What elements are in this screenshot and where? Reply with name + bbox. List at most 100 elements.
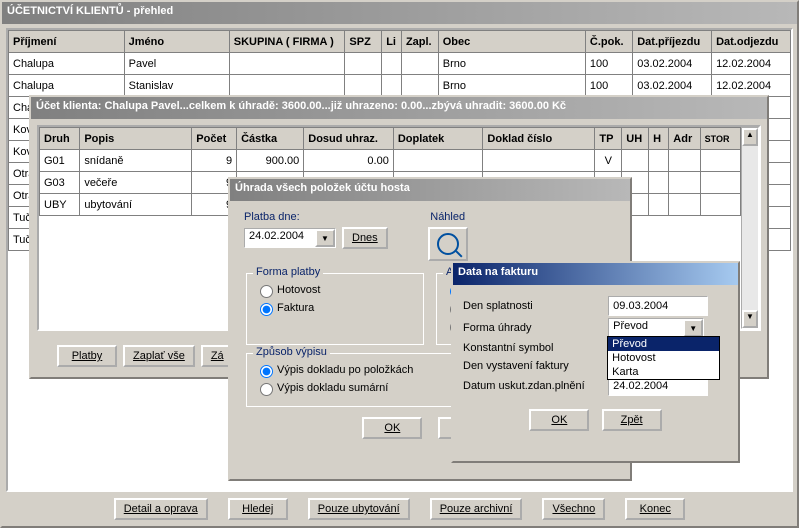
- forma-uhrady-label: Forma úhrady: [463, 317, 607, 339]
- cell[interactable]: Brno: [438, 53, 585, 75]
- cell[interactable]: 9: [192, 150, 237, 172]
- chevron-down-icon[interactable]: ▼: [315, 229, 335, 247]
- hotovost-label: Hotovost: [277, 284, 320, 296]
- cell[interactable]: G03: [40, 172, 80, 194]
- col-druh[interactable]: Druh: [40, 128, 80, 150]
- cell[interactable]: 100: [585, 75, 632, 97]
- col-pocet[interactable]: Počet: [192, 128, 237, 150]
- cell[interactable]: [382, 75, 402, 97]
- cell[interactable]: G01: [40, 150, 80, 172]
- col-stor[interactable]: STOR: [700, 128, 740, 150]
- col-odjezd[interactable]: Dat.odjezdu: [712, 31, 791, 53]
- col-popis[interactable]: Popis: [80, 128, 192, 150]
- vypis-sumarni-radio[interactable]: [260, 383, 273, 396]
- cell[interactable]: [649, 172, 669, 194]
- col-doplatek[interactable]: Doplatek: [393, 128, 483, 150]
- pay-ok-button[interactable]: OK: [362, 417, 422, 439]
- cell[interactable]: 03.02.2004: [633, 53, 712, 75]
- table-row[interactable]: ChalupaPavel Brno10003.02.200412.02.2004: [9, 53, 791, 75]
- option-karta[interactable]: Karta: [608, 365, 719, 379]
- scroll-up-icon[interactable]: ▲: [742, 128, 758, 146]
- cell[interactable]: [393, 150, 483, 172]
- cell[interactable]: 03.02.2004: [633, 75, 712, 97]
- col-jmeno[interactable]: Jméno: [124, 31, 229, 53]
- col-li[interactable]: Li: [382, 31, 402, 53]
- cell[interactable]: [669, 150, 700, 172]
- hledej-button[interactable]: Hledej: [228, 498, 288, 520]
- forma-uhrady-dropdown[interactable]: Převod Hotovost Karta: [607, 336, 720, 380]
- konec-button[interactable]: Konec: [625, 498, 685, 520]
- cell[interactable]: Chalupa: [9, 75, 125, 97]
- table-row[interactable]: ChalupaStanislav Brno10003.02.200412.02.2…: [9, 75, 791, 97]
- cell[interactable]: [229, 75, 345, 97]
- platby-button[interactable]: Platby: [57, 345, 117, 367]
- cell[interactable]: [700, 172, 740, 194]
- cell[interactable]: 12.02.2004: [712, 75, 791, 97]
- cell[interactable]: UBY: [40, 194, 80, 216]
- option-hotovost[interactable]: Hotovost: [608, 351, 719, 365]
- chevron-down-icon[interactable]: ▼: [683, 319, 703, 337]
- pouze-ubytovani-button[interactable]: Pouze ubytování: [308, 498, 410, 520]
- vsechno-button[interactable]: Všechno: [542, 498, 605, 520]
- cell[interactable]: večeře: [80, 172, 192, 194]
- cell[interactable]: [401, 53, 438, 75]
- col-adr[interactable]: Adr: [669, 128, 700, 150]
- account-scrollbar[interactable]: ▲ ▼: [741, 127, 759, 329]
- table-row[interactable]: G01snídaně9900.000.00 V: [40, 150, 741, 172]
- cell[interactable]: [669, 172, 700, 194]
- vypis-polozky-radio[interactable]: [260, 365, 273, 378]
- col-doklad[interactable]: Doklad číslo: [483, 128, 595, 150]
- cell[interactable]: Chalupa: [9, 53, 125, 75]
- cell[interactable]: Brno: [438, 75, 585, 97]
- cell[interactable]: Stanislav: [124, 75, 229, 97]
- invoice-ok-button[interactable]: OK: [529, 409, 589, 431]
- col-tp[interactable]: TP: [595, 128, 622, 150]
- cell[interactable]: 12.02.2004: [712, 53, 791, 75]
- platba-dne-field[interactable]: 24.02.2004 ▼: [244, 228, 336, 248]
- cell[interactable]: V: [595, 150, 622, 172]
- col-uh[interactable]: UH: [622, 128, 649, 150]
- cell[interactable]: [382, 53, 402, 75]
- cell[interactable]: [229, 53, 345, 75]
- col-dosud[interactable]: Dosud uhraz.: [304, 128, 394, 150]
- cell[interactable]: 0.00: [304, 150, 394, 172]
- option-prevod[interactable]: Převod: [608, 337, 719, 351]
- col-zapl[interactable]: Zapl.: [401, 31, 438, 53]
- cell[interactable]: ubytování: [80, 194, 192, 216]
- col-spz[interactable]: SPZ: [345, 31, 382, 53]
- col-obec[interactable]: Obec: [438, 31, 585, 53]
- col-castka[interactable]: Částka: [237, 128, 304, 150]
- faktura-radio[interactable]: [260, 303, 273, 316]
- col-skupina[interactable]: SKUPINA ( FIRMA ): [229, 31, 345, 53]
- cell[interactable]: [700, 194, 740, 216]
- cell[interactable]: [401, 75, 438, 97]
- cell[interactable]: [622, 150, 649, 172]
- cell[interactable]: Pavel: [124, 53, 229, 75]
- preview-button[interactable]: [428, 227, 468, 261]
- scroll-down-icon[interactable]: ▼: [742, 310, 758, 328]
- den-splatnosti-field[interactable]: [608, 296, 708, 316]
- invoice-zpet-button[interactable]: Zpět: [602, 409, 662, 431]
- cell[interactable]: [649, 150, 669, 172]
- cell[interactable]: [700, 150, 740, 172]
- col-h[interactable]: H: [649, 128, 669, 150]
- col-prijezd[interactable]: Dat.příjezdu: [633, 31, 712, 53]
- cell[interactable]: [649, 194, 669, 216]
- zaplat-vse-button[interactable]: Zaplať vše: [123, 345, 195, 367]
- dnes-button[interactable]: Dnes: [342, 227, 388, 249]
- detail-button[interactable]: Detail a oprava: [114, 498, 208, 520]
- cell[interactable]: [669, 194, 700, 216]
- konst-symbol-label: Konstantní symbol: [463, 339, 607, 357]
- cell[interactable]: snídaně: [80, 150, 192, 172]
- col-cpok[interactable]: Č.pok.: [585, 31, 632, 53]
- forma-uhrady-combo[interactable]: Převod ▼: [608, 318, 704, 338]
- pouze-archivni-button[interactable]: Pouze archivní: [430, 498, 523, 520]
- col-prijmeni[interactable]: Příjmení: [9, 31, 125, 53]
- cell[interactable]: [483, 150, 595, 172]
- cell[interactable]: 100: [585, 53, 632, 75]
- cell[interactable]: [345, 75, 382, 97]
- cell[interactable]: 900.00: [237, 150, 304, 172]
- vypis-polozky-label: Výpis dokladu po položkách: [277, 364, 413, 376]
- cell[interactable]: [345, 53, 382, 75]
- hotovost-radio[interactable]: [260, 285, 273, 298]
